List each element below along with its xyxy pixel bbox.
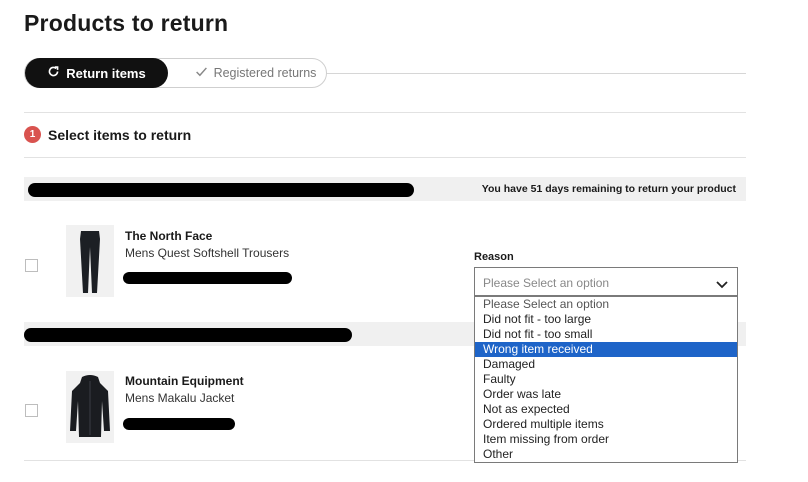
reason-option[interactable]: Did not fit - too small	[475, 327, 737, 342]
step-heading: 1 Select items to return	[24, 126, 191, 143]
redacted-text	[24, 328, 352, 342]
reason-select-value: Please Select an option	[483, 276, 610, 290]
reason-option[interactable]: Order was late	[475, 387, 737, 402]
step-number-badge: 1	[24, 126, 41, 143]
chevron-down-icon	[716, 276, 728, 294]
product-image	[66, 371, 114, 443]
redacted-text	[123, 272, 292, 284]
product-checkbox[interactable]	[25, 259, 38, 272]
product-image	[66, 225, 114, 297]
reason-option[interactable]: Wrong item received	[475, 342, 737, 357]
reason-select[interactable]: Please Select an option	[474, 267, 738, 296]
reason-option[interactable]: Please Select an option	[475, 297, 737, 312]
order-header: You have 51 days remaining to return you…	[24, 177, 746, 201]
refresh-icon	[47, 65, 60, 81]
reason-option[interactable]: Faulty	[475, 372, 737, 387]
tab-return-items[interactable]: Return items	[25, 58, 168, 88]
product-name: Mens Quest Softshell Trousers	[125, 246, 290, 260]
tab-return-items-label: Return items	[66, 65, 146, 81]
reason-option[interactable]: Ordered multiple items	[475, 417, 737, 432]
reason-option[interactable]: Damaged	[475, 357, 737, 372]
step-label: Select items to return	[48, 126, 192, 143]
tab-group: Return items Registered returns	[24, 58, 327, 88]
section-divider	[24, 112, 746, 113]
page-title: Products to return	[24, 10, 229, 36]
redacted-text	[28, 183, 414, 197]
check-icon	[195, 66, 208, 81]
reason-option[interactable]: Did not fit - too large	[475, 312, 737, 327]
tab-registered-returns[interactable]: Registered returns	[183, 59, 328, 87]
section-divider	[24, 157, 746, 158]
days-remaining-text: You have 51 days remaining to return you…	[481, 183, 736, 195]
tabs-divider	[326, 73, 746, 74]
product-checkbox[interactable]	[25, 404, 38, 417]
product-brand: Mountain Equipment	[125, 374, 244, 388]
reason-option[interactable]: Not as expected	[475, 402, 737, 417]
redacted-text	[123, 418, 235, 430]
reason-dropdown: Please Select an option Did not fit - to…	[474, 296, 738, 463]
product-brand: The North Face	[125, 229, 213, 243]
product-name: Mens Makalu Jacket	[125, 391, 235, 405]
tab-registered-returns-label: Registered returns	[213, 66, 317, 80]
reason-option[interactable]: Other	[475, 447, 737, 462]
reason-label: Reason	[474, 251, 514, 263]
reason-option[interactable]: Item missing from order	[475, 432, 737, 447]
